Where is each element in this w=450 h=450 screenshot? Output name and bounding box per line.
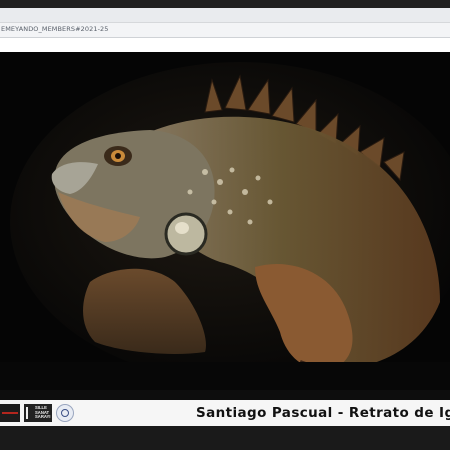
seal-emblem [61,409,69,417]
page-header-strip [0,38,450,52]
photo-viewer [0,52,450,390]
browser-window: EMEYANDO_MEMBERS#2021-25 SILLE SANAT SAR… [0,0,450,450]
logo-lettering: SILLE SANAT SARAYI [35,405,51,420]
taskbar-strip [0,426,450,450]
logo-stripe [2,412,18,414]
sille-sanat-logo: SILLE SANAT SARAYI [24,404,52,422]
municipal-seal-logo [56,404,74,422]
iguana-photo [0,52,450,390]
browser-toolbar [0,8,450,22]
logo-bracket [26,407,33,419]
window-title-bar [0,0,450,8]
tab-title: EMEYANDO_MEMBERS#2021-25 [1,25,109,33]
credit-bar: SILLE SANAT SARAYI Santiago Pascual - Retr… [0,400,450,426]
photo-credit: Santiago Pascual - Retrato de Igu [196,405,450,421]
browser-tab[interactable]: EMEYANDO_MEMBERS#2021-25 [0,22,450,38]
red-mark-logo [0,404,20,422]
